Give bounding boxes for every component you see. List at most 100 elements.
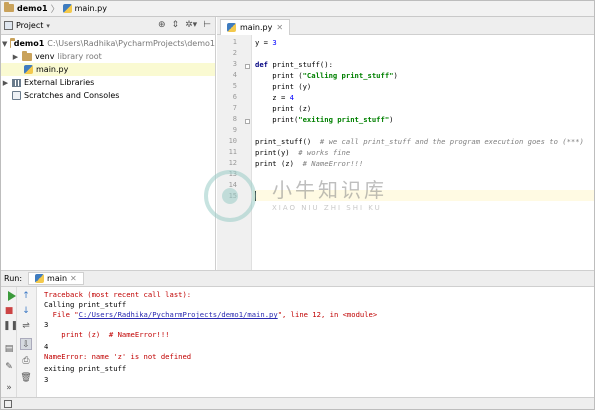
line-number: 4 (232, 71, 237, 79)
venv-tag: library root (57, 52, 102, 61)
python-file-icon (62, 3, 72, 13)
pin-button[interactable]: ✎ (3, 361, 15, 373)
tree-item-venv[interactable]: ▶ venv library root (0, 50, 215, 63)
root-path: C:\Users\Radhika\PycharmProjects\demo1 (47, 39, 215, 48)
chevron-right-icon[interactable]: ▶ (2, 79, 9, 87)
project-view-selector[interactable]: Project (16, 21, 43, 30)
scratches-label: Scratches and Consoles (24, 91, 120, 100)
run-toolbar-left: ■ ❚❚ ▤ ✎ » (0, 287, 19, 397)
scroll-up-button[interactable]: ↑ (20, 290, 32, 302)
tree-item-external-libraries[interactable]: ▶ External Libraries (0, 76, 215, 89)
project-panel-header: Project ▾ ⊕ ⇕ ✲▾ ⊢ (0, 17, 216, 35)
python-file-icon (227, 23, 236, 32)
tool-windows-icon[interactable] (4, 400, 12, 408)
print-button[interactable]: ⎙ (20, 355, 32, 367)
more-icon: » (6, 383, 12, 393)
console-line: print (z) # NameError!!! (44, 330, 170, 339)
code-line-3: def print_stuff(): (255, 60, 333, 69)
scroll-to-end-button[interactable]: ⇩ (20, 338, 32, 350)
venv-name: venv (35, 52, 55, 61)
chevron-down-icon[interactable]: ▼ (2, 40, 7, 48)
arrow-up-icon: ↑ (22, 291, 30, 301)
rerun-button[interactable] (3, 290, 16, 302)
tab-main-py[interactable]: main.py ✕ (220, 19, 291, 35)
python-run-icon (35, 274, 45, 283)
code-line-4: print ("Calling print_stuff") (255, 71, 398, 80)
line-number: 8 (232, 115, 237, 123)
scroll-end-icon: ⇩ (22, 340, 30, 350)
console-line: 3 (44, 375, 49, 384)
code-line-8: print("exiting print_stuff") (255, 115, 394, 124)
code-line-6: z = 4 (255, 93, 294, 102)
stop-button[interactable]: ■ (3, 305, 15, 317)
run-tab-label: main (47, 274, 68, 283)
trash-icon: 🗑 (20, 373, 32, 383)
code-line-5: print (y) (255, 82, 312, 91)
watermark-subtitle: XIAO NIU ZHI SHI KU (272, 204, 382, 212)
console-line: 3 (44, 320, 49, 329)
run-panel-header: Run: main ✕ (0, 270, 595, 287)
delete-button[interactable]: 🗑 (20, 372, 32, 384)
root-name: demo1 (13, 39, 45, 48)
status-bar (0, 397, 595, 410)
scroll-down-button[interactable]: ↓ (20, 305, 32, 317)
close-icon[interactable]: ✕ (276, 23, 283, 32)
code-line-10: print_stuff() # we call print_stuff and … (255, 137, 584, 146)
chevron-down-icon[interactable]: ▾ (46, 22, 50, 30)
pause-button[interactable]: ❚❚ (3, 320, 19, 332)
stop-icon: ■ (4, 306, 14, 316)
pin-icon: ✎ (5, 362, 13, 372)
run-toolbar-right: ↑ ↓ ⇌ ⇩ ⎙ 🗑 (17, 287, 37, 397)
soft-wrap-button[interactable]: ⇌ (20, 320, 32, 332)
editor-tab-bar: main.py ✕ (217, 17, 595, 35)
line-number: 7 (232, 104, 237, 112)
play-icon (8, 291, 16, 301)
breadcrumb-project[interactable]: demo1 (17, 4, 48, 13)
more-button[interactable]: » (3, 382, 15, 394)
code-line-1: y = 3 (255, 38, 277, 47)
project-tree: ▼ demo1 C:\Users\Radhika\PycharmProjects… (0, 35, 216, 270)
breadcrumb: demo1 〉 main.py (0, 0, 595, 17)
fold-marker-icon[interactable] (245, 64, 250, 69)
pause-icon: ❚❚ (3, 321, 19, 331)
run-tab-main[interactable]: main ✕ (28, 272, 84, 285)
line-number: 2 (232, 49, 237, 57)
line-number: 9 (232, 126, 237, 134)
tree-item-root[interactable]: ▼ demo1 C:\Users\Radhika\PycharmProjects… (0, 37, 215, 50)
print-icon: ⎙ (22, 356, 30, 366)
settings-icon[interactable]: ✲▾ (185, 20, 197, 30)
library-icon (12, 78, 21, 87)
run-label: Run: (4, 274, 23, 283)
chevron-right-icon[interactable]: ▶ (12, 53, 19, 61)
code-line-7: print (z) (255, 104, 312, 113)
watermark-title: 小牛知识库 (272, 178, 387, 202)
line-number: 10 (228, 137, 237, 145)
console-line: 4 (44, 342, 49, 351)
wrap-icon: ⇌ (22, 321, 30, 331)
file-name: main.py (36, 65, 69, 74)
console-line: Traceback (most recent call last): (44, 290, 192, 299)
fold-marker-icon[interactable] (245, 119, 250, 124)
line-number: 12 (228, 159, 237, 167)
chevron-right-icon: 〉 (50, 4, 60, 15)
console-line: File "C:/Users/Radhika/PycharmProjects/d… (44, 310, 378, 319)
file-link[interactable]: C:/Users/Radhika/PycharmProjects/demo1/m… (79, 310, 278, 319)
layout-button[interactable]: ▤ (3, 343, 15, 355)
layout-icon: ▤ (4, 344, 14, 354)
close-icon[interactable]: ✕ (70, 274, 77, 283)
console-output[interactable]: Traceback (most recent call last): Calli… (38, 287, 595, 397)
hide-icon[interactable]: ⊢ (203, 20, 211, 30)
target-icon[interactable]: ⊕ (158, 20, 166, 30)
console-line: NameError: name 'z' is not defined (44, 352, 192, 361)
line-number: 11 (228, 148, 237, 156)
line-number: 6 (232, 93, 237, 101)
tab-label: main.py (240, 23, 273, 32)
collapse-icon[interactable]: ⇕ (172, 20, 180, 30)
tree-item-scratches[interactable]: Scratches and Consoles (0, 89, 215, 102)
watermark: 小牛知识库 XIAO NIU ZHI SHI KU (204, 168, 404, 238)
tree-item-main-py[interactable]: main.py (0, 63, 215, 76)
breadcrumb-file[interactable]: main.py (75, 4, 107, 13)
python-file-icon (24, 65, 33, 74)
scratches-icon (12, 91, 21, 100)
console-line: Calling print_stuff (44, 300, 127, 309)
